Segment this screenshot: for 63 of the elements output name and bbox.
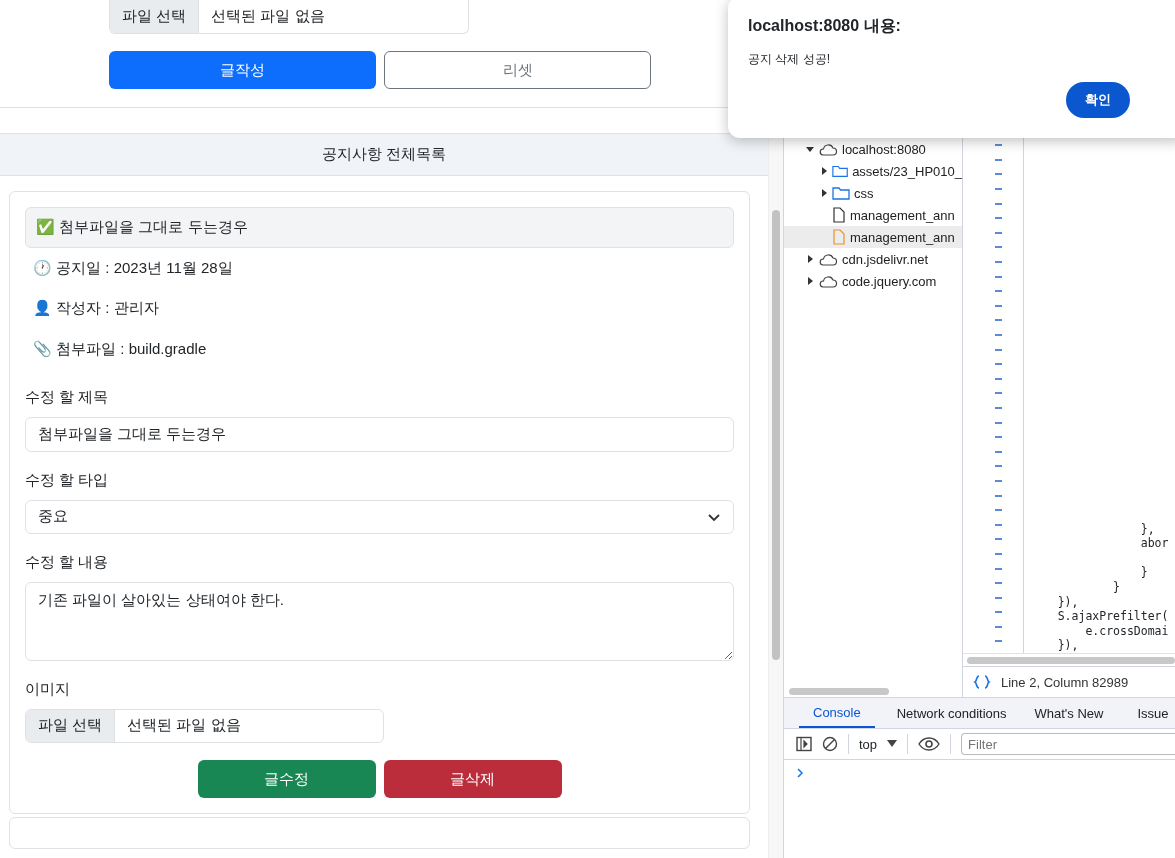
dialog-message: 공지 삭제 성공! [748, 51, 830, 68]
notice-info: 📎 첨부파일 : build.gradle [32, 338, 208, 359]
drawer-tab[interactable]: What's New [1020, 698, 1118, 728]
reset-button[interactable]: 리셋 [384, 51, 651, 89]
tree-item[interactable]: css [784, 182, 962, 204]
expand-arrow-icon[interactable] [806, 255, 814, 263]
notice-info: 🕐 공지일 : 2023년 11월 28일 [32, 258, 234, 279]
field-label: 이미지 [25, 679, 70, 699]
expand-arrow-icon[interactable] [820, 189, 828, 197]
tree-item[interactable]: management_ann [784, 226, 962, 248]
folder-icon [832, 186, 850, 200]
context-select[interactable]: top [859, 736, 878, 752]
caret-icon[interactable] [887, 740, 898, 748]
write-button[interactable]: 글작성 [109, 51, 376, 89]
scrollbar[interactable] [789, 688, 889, 695]
expand-arrow-icon[interactable] [806, 277, 814, 285]
code-line: abor [1139, 536, 1170, 551]
code-line: } [1139, 565, 1149, 581]
prompt-icon [796, 768, 804, 778]
dialog-title: localhost:8080 내용: [748, 16, 901, 36]
file-input[interactable]: 파일 선택 선택된 파일 없음 [25, 708, 384, 743]
tree-item[interactable]: code.jquery.com [784, 270, 962, 292]
notice-info: 👤 작성자 : 관리자 [32, 298, 160, 319]
code-line: e.crossDomai [1084, 623, 1170, 639]
code-line: }, [1139, 521, 1156, 537]
cursor-position: Line 2, Column 82989 [1001, 674, 1129, 690]
scrollbar[interactable] [967, 657, 1175, 664]
content-field[interactable]: 기존 파일이 살아있는 상태여야 한다. [25, 581, 734, 661]
tree-item[interactable]: localhost:8080 [784, 138, 962, 160]
list-header: 공지사항 전체목록 [0, 133, 768, 176]
title-field[interactable]: 첨부파일을 그대로 두는경우 [25, 417, 734, 452]
clear-icon[interactable] [822, 736, 838, 752]
eye-icon[interactable] [918, 737, 941, 751]
tree-item[interactable]: management_ann [784, 204, 962, 226]
expand-arrow-icon[interactable] [806, 145, 814, 153]
confirm-button[interactable]: 확인 [1066, 82, 1130, 118]
delete-button[interactable]: 글삭제 [383, 760, 562, 798]
braces-icon[interactable] [973, 675, 991, 689]
code-line: }), [1056, 594, 1080, 610]
code-line: } [1112, 580, 1121, 595]
sidebar-icon[interactable] [796, 736, 812, 752]
filter-field[interactable]: Filter [961, 733, 1175, 755]
tree-item[interactable]: assets/23_HP010_ [784, 160, 962, 182]
tree-item[interactable]: cdn.jsdelivr.net [784, 248, 962, 270]
folder-icon [832, 164, 849, 178]
edit-button[interactable]: 글수정 [197, 760, 376, 798]
drawer-tab[interactable]: Issue [1117, 698, 1175, 728]
expand-arrow-icon[interactable] [820, 167, 828, 175]
code-line: }), [1056, 638, 1080, 653]
cloud-icon [818, 274, 838, 288]
file-icon [832, 207, 846, 223]
file-input[interactable]: 파일 선택 선택된 파일 없음 [109, 0, 469, 34]
drawer-tab[interactable]: Console [799, 698, 875, 728]
type-select[interactable]: 중요 [25, 499, 734, 534]
file-icon [832, 229, 846, 245]
field-label: 수정 할 제목 [25, 388, 109, 408]
cloud-icon [818, 142, 838, 156]
drawer-tab[interactable]: Network conditions [882, 698, 1021, 728]
cloud-icon [818, 252, 838, 266]
notice-title: ✅ 첨부파일을 그대로 두는경우 [25, 207, 734, 249]
field-label: 수정 할 타입 [25, 470, 109, 490]
code-line: S.ajaxPrefilter( [1056, 609, 1170, 624]
field-label: 수정 할 내용 [25, 552, 109, 572]
